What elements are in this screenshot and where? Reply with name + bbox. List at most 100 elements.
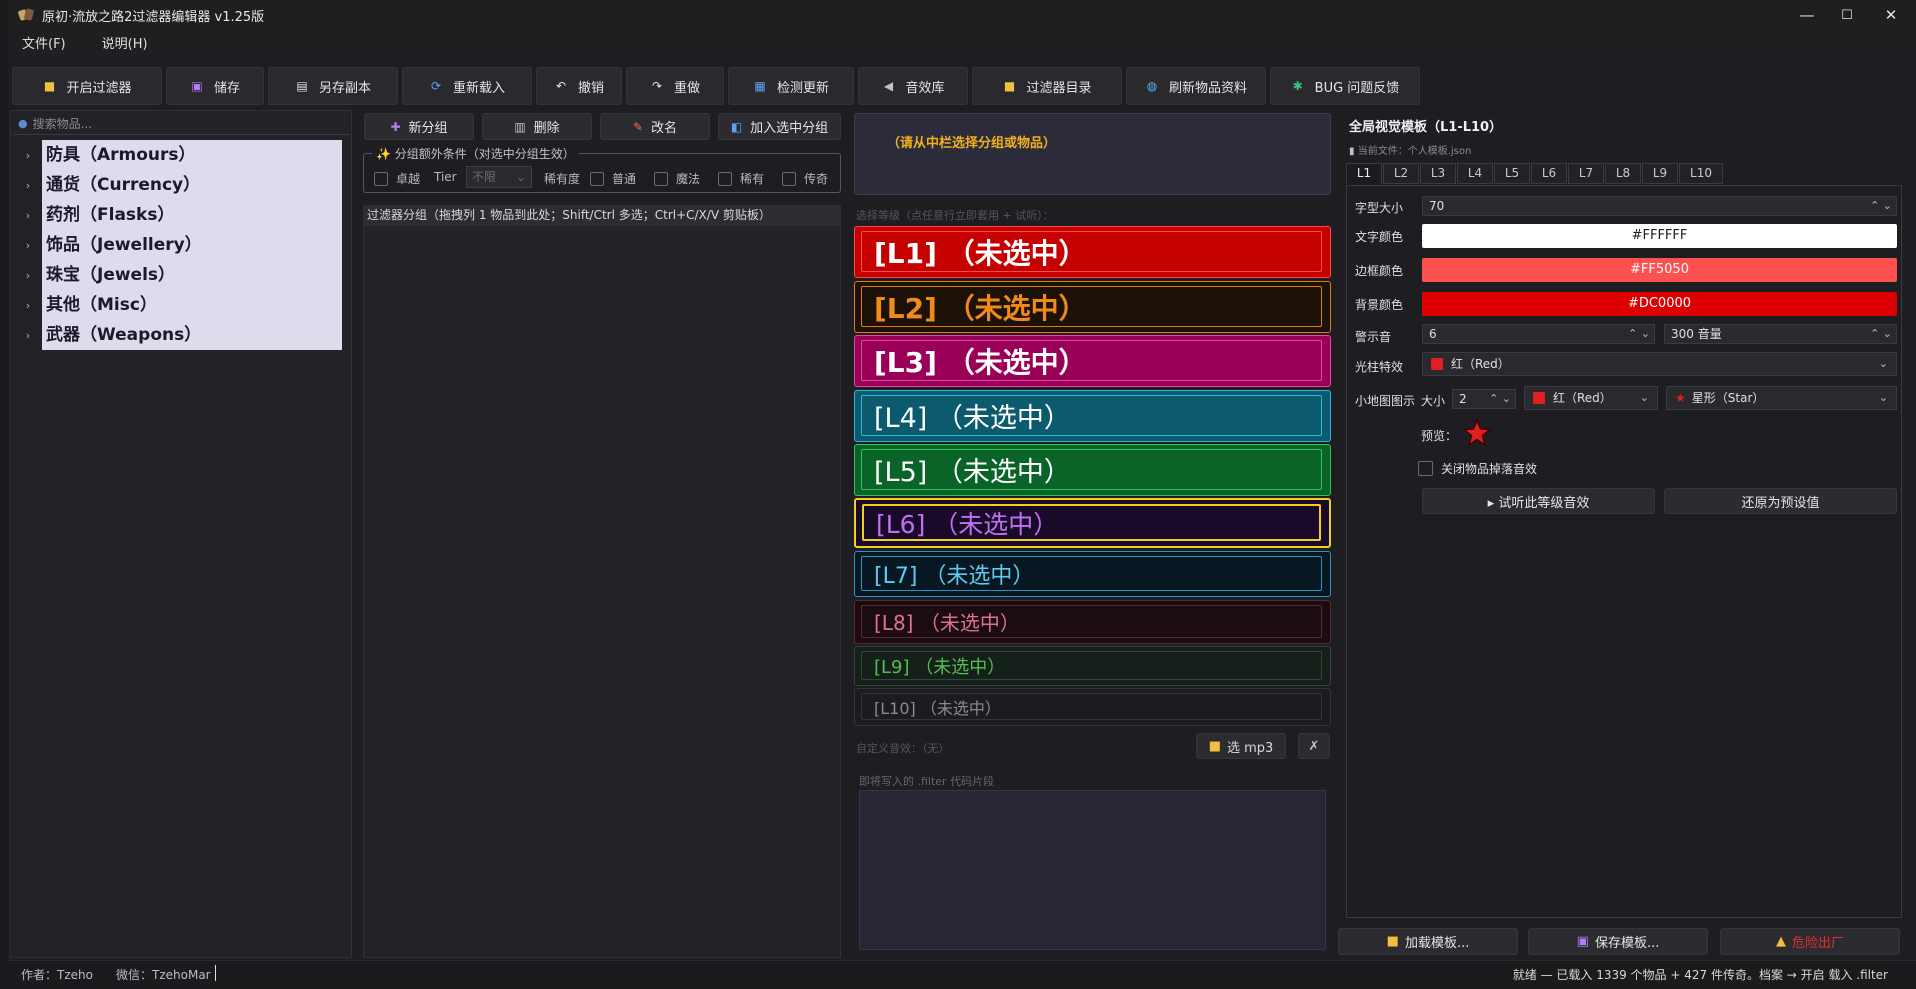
item-search-input[interactable]: ● 搜索物品... — [14, 113, 350, 135]
menu-help[interactable]: 说明(H) — [88, 30, 162, 60]
tab-l7[interactable]: L7 — [1568, 163, 1604, 184]
level-label: [L1] （未选中） — [861, 231, 1322, 272]
tab-l10[interactable]: L10 — [1679, 163, 1723, 184]
category-item[interactable]: › 武器（Weapons） — [14, 320, 350, 350]
level-row-l9[interactable]: [L9] （未选中） — [854, 646, 1331, 686]
bug-report-button[interactable]: ✱ BUG 问题反馈 — [1270, 67, 1420, 105]
category-item[interactable]: › 通货（Currency） — [14, 170, 350, 200]
beam-effect-select[interactable]: 红（Red） ⌄ — [1422, 352, 1897, 376]
level-row-l3[interactable]: [L3] （未选中） — [854, 335, 1331, 387]
beam-effect-label: 光柱特效 — [1355, 360, 1404, 374]
delete-group-button[interactable]: ▥ 删除 — [482, 113, 592, 140]
bug-icon: ✱ — [1292, 79, 1303, 93]
chevron-right-icon[interactable]: › — [14, 239, 42, 252]
level-row-l2[interactable]: [L2] （未选中） — [854, 281, 1331, 333]
undo-button[interactable]: ↶ 撤销 — [536, 67, 622, 105]
group-list[interactable] — [363, 225, 841, 958]
chevron-right-icon[interactable]: › — [14, 269, 42, 282]
chevron-down-icon: ⌄ — [515, 170, 526, 184]
tab-l9[interactable]: L9 — [1642, 163, 1678, 184]
tab-l5[interactable]: L5 — [1494, 163, 1530, 184]
status-bar: 作者：Tzeho 微信：TzehoMar 就绪 — 已载入 1339 个物品 +… — [8, 960, 1916, 989]
clipboard-icon: ▤ — [296, 79, 308, 93]
floppy-icon: ▣ — [191, 79, 203, 93]
rare-checkbox[interactable]: 稀有 — [718, 170, 764, 187]
unique-checkbox[interactable]: 传奇 — [782, 170, 828, 187]
tab-l8[interactable]: L8 — [1605, 163, 1641, 184]
category-label: 药剂（Flasks） — [42, 200, 342, 230]
chevron-right-icon[interactable]: › — [14, 179, 42, 192]
save-button[interactable]: ▣ 储存 — [166, 67, 264, 105]
check-update-button[interactable]: ▦ 检测更新 — [728, 67, 854, 105]
rarity-label: 稀有度 — [544, 172, 581, 186]
preview-sound-button[interactable]: ▸ 试听此等级音效 — [1422, 488, 1655, 514]
chevron-right-icon[interactable]: › — [14, 209, 42, 222]
tab-l6[interactable]: L6 — [1531, 163, 1567, 184]
filter-code-preview[interactable] — [859, 790, 1326, 950]
category-item[interactable]: › 其他（Misc） — [14, 290, 350, 320]
rename-group-button[interactable]: ✎ 改名 — [600, 113, 710, 140]
close-button[interactable]: ✕ — [1868, 0, 1914, 30]
choose-mp3-button[interactable]: ■ 选 mp3 — [1196, 733, 1286, 759]
minimap-shape-select[interactable]: ★ 星形（Star） ⌄ — [1666, 386, 1897, 410]
folder-icon: ■ — [1003, 79, 1016, 93]
maximize-button[interactable]: ☐ — [1824, 0, 1870, 30]
reload-button[interactable]: ⟳ 重新载入 — [402, 67, 532, 105]
category-item[interactable]: › 防具（Armours） — [14, 140, 350, 170]
clear-sound-button[interactable]: ✗ — [1298, 733, 1330, 759]
save-copy-button[interactable]: ▤ 另存副本 — [268, 67, 398, 105]
text-color-swatch[interactable]: #FFFFFF — [1422, 224, 1897, 248]
filter-directory-button[interactable]: ■ 过滤器目录 — [972, 67, 1122, 105]
preview-label: 预览： — [1421, 429, 1458, 443]
folder-icon: ■ — [1386, 934, 1399, 949]
redo-button[interactable]: ↷ 重做 — [626, 67, 724, 105]
undo-icon: ↶ — [555, 79, 567, 93]
new-group-button[interactable]: ✚ 新分组 — [364, 113, 474, 140]
normal-checkbox[interactable]: 普通 — [590, 170, 636, 187]
font-size-spinbox[interactable]: 70 ⌃ ⌄ — [1422, 196, 1897, 216]
tab-l3[interactable]: L3 — [1420, 163, 1456, 184]
save-template-button[interactable]: ▣ 保存模板... — [1528, 928, 1708, 955]
minimap-color-select[interactable]: 红（Red） ⌄ — [1524, 386, 1658, 410]
level-row-l10[interactable]: [L10] （未选中） — [854, 688, 1331, 726]
level-row-l7[interactable]: [L7] （未选中） — [854, 551, 1331, 597]
add-to-group-button[interactable]: ◧ 加入选中分组 — [718, 113, 841, 140]
level-label: [L10] （未选中） — [861, 693, 1322, 720]
reset-default-button[interactable]: 还原为预设值 — [1664, 488, 1897, 514]
tier-select[interactable]: 不限 ⌄ — [466, 166, 532, 188]
level-row-l6[interactable]: [L6] （未选中） — [854, 498, 1331, 548]
wechat-label: 微信：TzehoMar — [116, 968, 211, 982]
level-row-l8[interactable]: [L8] （未选中） — [854, 600, 1331, 644]
alert-sound-spinbox[interactable]: 6 ⌃ ⌄ — [1422, 324, 1655, 344]
sound-library-button[interactable]: ◀ 音效库 — [858, 67, 968, 105]
mute-drop-checkbox[interactable]: 关闭物品掉落音效 — [1418, 460, 1537, 477]
factory-reset-button[interactable]: ▲ 危险出厂 — [1720, 928, 1900, 955]
load-template-button[interactable]: ■ 加载模板... — [1338, 928, 1518, 955]
bg-color-swatch[interactable]: #DC0000 — [1422, 292, 1897, 316]
chevron-right-icon[interactable]: › — [14, 329, 42, 342]
exceptional-checkbox[interactable]: 卓越 — [374, 170, 420, 187]
title-bar: 原初·流放之路2过滤器编辑器 v1.25版 — ☐ ✕ — [8, 0, 1916, 30]
magic-checkbox[interactable]: 魔法 — [654, 170, 700, 187]
open-filter-button[interactable]: ■ 开启过滤器 — [12, 67, 162, 105]
spin-arrows-icon: ⌃ ⌄ — [1870, 327, 1892, 340]
chevron-right-icon[interactable]: › — [14, 149, 42, 162]
level-row-l5[interactable]: [L5] （未选中） — [854, 444, 1331, 496]
category-label: 通货（Currency） — [42, 170, 342, 200]
tab-l4[interactable]: L4 — [1457, 163, 1493, 184]
level-row-l1[interactable]: [L1] （未选中） — [854, 226, 1331, 278]
category-label: 防具（Armours） — [42, 140, 342, 170]
level-row-l4[interactable]: [L4] （未选中） — [854, 390, 1331, 442]
border-color-swatch[interactable]: #FF5050 — [1422, 258, 1897, 282]
tab-l2[interactable]: L2 — [1383, 163, 1419, 184]
chevron-right-icon[interactable]: › — [14, 299, 42, 312]
refresh-items-button[interactable]: ◍ 刷新物品资料 — [1126, 67, 1266, 105]
group-list-header: 过滤器分组（拖拽列 1 物品到此处；Shift/Ctrl 多选；Ctrl+C/X… — [363, 205, 841, 225]
volume-spinbox[interactable]: 300 音量 ⌃ ⌄ — [1664, 324, 1897, 344]
category-item[interactable]: › 药剂（Flasks） — [14, 200, 350, 230]
category-item[interactable]: › 饰品（Jewellery） — [14, 230, 350, 260]
minimap-size-spinbox[interactable]: 2 ⌃ ⌄ — [1452, 389, 1516, 409]
category-item[interactable]: › 珠宝（Jewels） — [14, 260, 350, 290]
menu-file[interactable]: 文件(F) — [8, 30, 80, 60]
tab-l1[interactable]: L1 — [1346, 163, 1382, 184]
